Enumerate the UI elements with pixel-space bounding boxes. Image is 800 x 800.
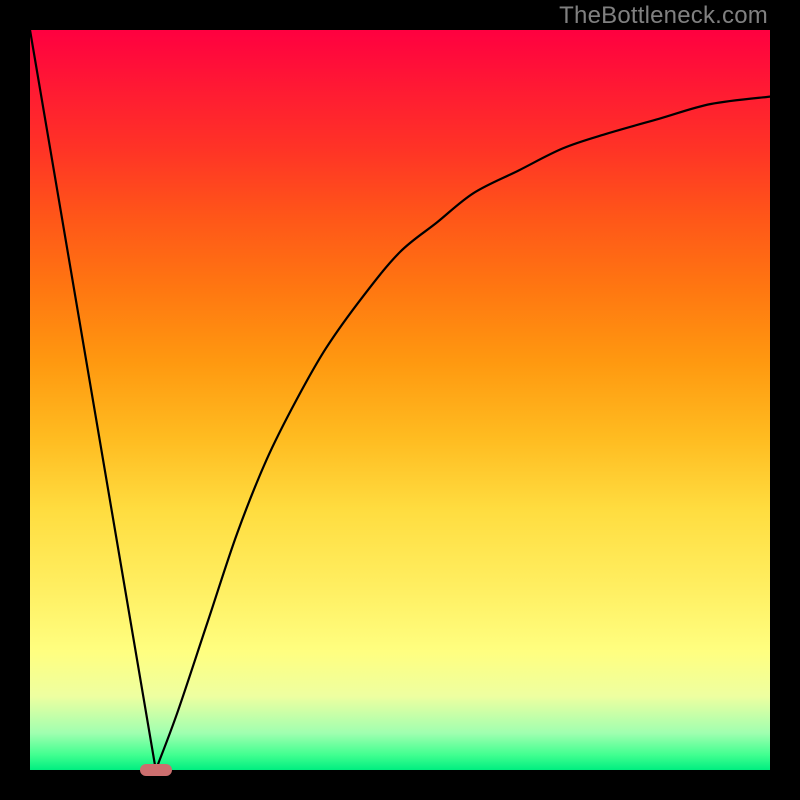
chart-frame: TheBottleneck.com — [0, 0, 800, 800]
left-line-path — [30, 30, 156, 770]
curve-svg — [30, 30, 770, 770]
watermark-text: TheBottleneck.com — [559, 2, 768, 30]
minimum-marker — [140, 764, 172, 776]
right-curve-path — [156, 97, 770, 770]
plot-area — [30, 30, 770, 770]
